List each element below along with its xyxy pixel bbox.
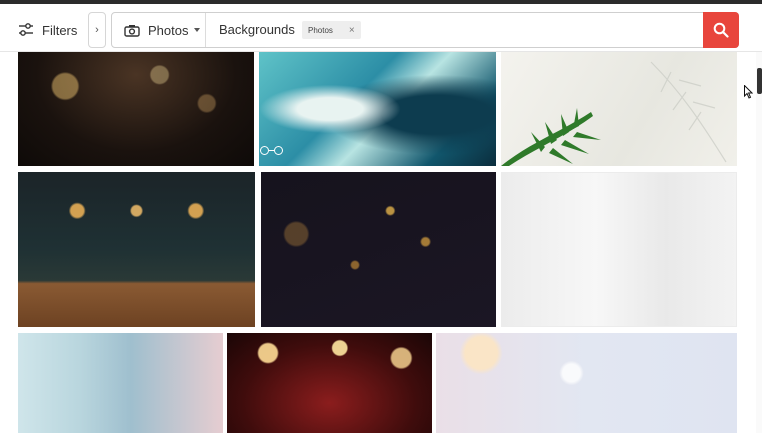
palm-leaf-graphic	[501, 61, 727, 166]
search-button[interactable]	[703, 12, 739, 48]
link-overlay-ring-left	[260, 146, 269, 155]
sliders-icon	[19, 23, 33, 36]
media-type-value: Photos	[148, 22, 189, 38]
filters-label: Filters	[42, 22, 78, 38]
search-input[interactable]: Backgrounds	[219, 13, 295, 47]
result-image-3[interactable]	[501, 52, 737, 166]
search-bar: Photos Backgrounds Photos ×	[111, 12, 739, 48]
filter-chip-photos: Photos ×	[302, 21, 361, 39]
filter-chip-label: Photos	[308, 25, 333, 35]
scrollbar-track[interactable]	[756, 52, 762, 433]
result-image-9[interactable]	[436, 333, 737, 433]
search-icon	[713, 22, 729, 38]
result-image-4[interactable]	[18, 172, 255, 327]
media-type-select[interactable]: Photos	[112, 13, 206, 47]
result-image-1[interactable]	[18, 52, 254, 166]
camera-icon	[124, 24, 140, 37]
result-image-6[interactable]	[501, 172, 737, 327]
search-toolbar: Filters › Photos Backgrounds Photos ×	[0, 4, 762, 52]
filters-button[interactable]: Filters	[0, 12, 88, 48]
caret-down-icon	[194, 28, 201, 32]
close-icon[interactable]: ×	[349, 25, 355, 36]
result-image-2[interactable]	[259, 52, 496, 166]
collapse-filters-button[interactable]: ›	[88, 12, 106, 48]
result-image-8[interactable]	[227, 333, 432, 433]
scrollbar-thumb[interactable]	[757, 68, 762, 94]
result-image-7[interactable]	[18, 333, 223, 433]
link-overlay-icon[interactable]	[260, 146, 283, 155]
chevron-right-icon: ›	[95, 24, 99, 36]
link-overlay-ring-right	[274, 146, 283, 155]
result-image-5[interactable]	[261, 172, 496, 327]
mouse-pointer-icon	[744, 85, 753, 99]
